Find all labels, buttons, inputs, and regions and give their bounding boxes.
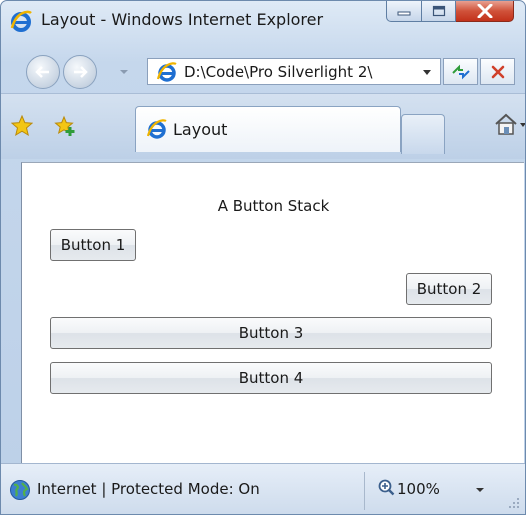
browser-window: Layout - Windows Internet Explorer D:\Co… <box>0 0 526 515</box>
close-icon <box>477 4 492 18</box>
chevron-down-icon[interactable] <box>420 65 434 79</box>
close-button[interactable] <box>456 1 514 22</box>
favorites-star-icon[interactable] <box>11 115 33 137</box>
ie-logo-icon <box>10 10 32 32</box>
url-field[interactable]: D:\Code\Pro Silverlight 2\ <box>184 63 412 81</box>
zoom-icon[interactable] <box>377 478 395 496</box>
button-4[interactable]: Button 4 <box>50 362 492 394</box>
minimize-icon <box>397 11 411 16</box>
tab-layout[interactable]: Layout <box>135 106 401 152</box>
new-tab-button[interactable] <box>401 114 445 154</box>
maximize-button[interactable] <box>422 1 456 22</box>
refresh-icon <box>451 64 470 79</box>
status-divider <box>364 472 365 510</box>
resize-grip-icon[interactable] <box>507 496 521 510</box>
page-ie-icon <box>156 62 177 82</box>
title-bar[interactable]: Layout - Windows Internet Explorer <box>1 1 525 41</box>
home-dropdown-icon[interactable] <box>519 121 526 129</box>
security-zone[interactable]: Internet | Protected Mode: On <box>37 480 260 498</box>
button-1[interactable]: Button 1 <box>50 229 136 261</box>
stop-icon <box>491 65 504 78</box>
back-button[interactable] <box>26 55 60 89</box>
forward-icon <box>74 66 88 78</box>
status-bar: Internet | Protected Mode: On 100% <box>1 463 525 514</box>
maximize-icon <box>432 5 445 17</box>
page-heading: A Button Stack <box>217 197 330 215</box>
tab-label: Layout <box>173 120 228 139</box>
page-content: A Button Stack Button 1 Button 2 Button … <box>21 162 524 463</box>
button-3[interactable]: Button 3 <box>50 317 492 349</box>
tab-ie-icon <box>146 119 167 139</box>
recent-pages-dropdown[interactable] <box>119 68 129 76</box>
address-bar[interactable]: D:\Code\Pro Silverlight 2\ <box>147 58 441 85</box>
stop-button[interactable] <box>480 58 515 85</box>
home-icon[interactable] <box>493 111 519 137</box>
button-2[interactable]: Button 2 <box>406 273 492 305</box>
add-favorites-icon[interactable] <box>54 115 76 137</box>
globe-icon <box>10 480 30 500</box>
window-title: Layout - Windows Internet Explorer <box>41 10 324 29</box>
window-controls <box>386 1 514 23</box>
forward-button[interactable] <box>63 55 97 89</box>
zoom-level[interactable]: 100% <box>397 480 440 498</box>
minimize-button[interactable] <box>386 1 422 22</box>
back-icon <box>35 66 49 78</box>
zoom-dropdown-icon[interactable] <box>475 486 485 494</box>
refresh-button[interactable] <box>443 58 478 85</box>
